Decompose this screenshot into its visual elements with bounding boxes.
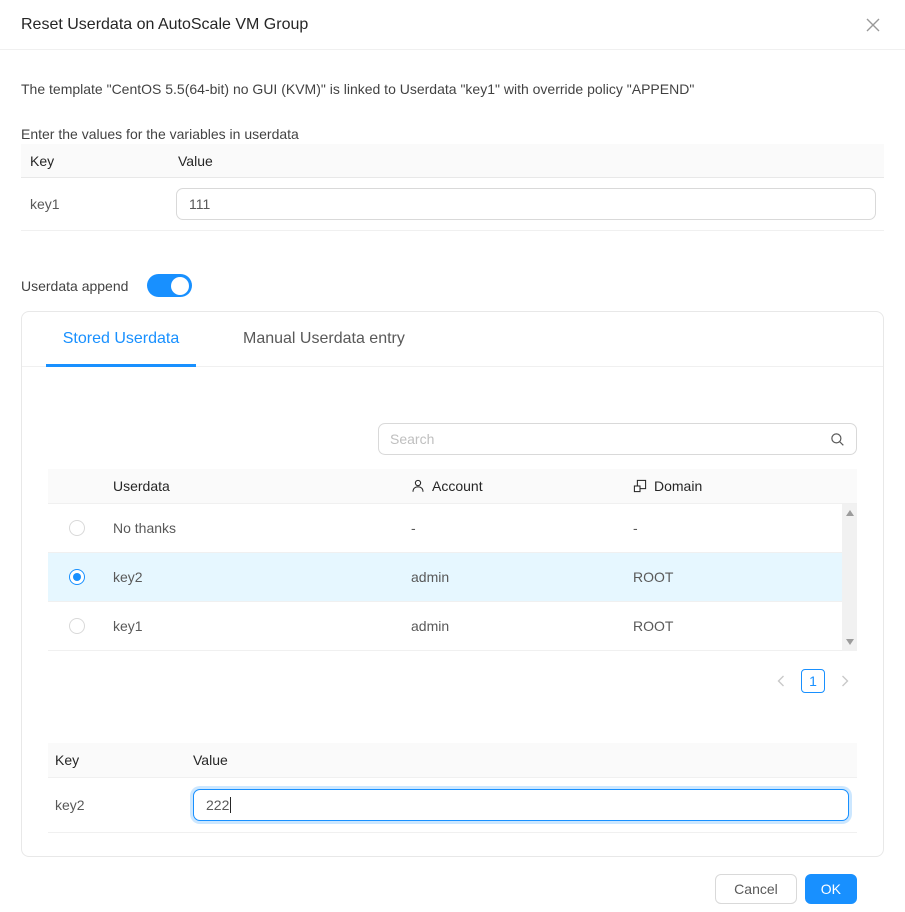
scroll-down-icon[interactable] [846,639,854,645]
cell-account: - [411,520,633,536]
variables-table-header: Key Value [21,144,884,178]
cell-userdata: key2 [113,569,411,585]
userdata-radio[interactable] [69,618,85,634]
toggle-knob [171,277,189,295]
cell-domain: ROOT [633,618,857,634]
search-icon[interactable] [830,432,845,447]
cell-domain: - [633,520,857,536]
col-domain: Domain [633,478,857,494]
userdata-radio[interactable] [69,520,85,536]
tab-stored-userdata[interactable]: Stored Userdata [46,312,196,366]
modal-title: Reset Userdata on AutoScale VM Group [21,16,308,34]
pagination-page-1[interactable]: 1 [801,669,825,693]
variables-section-label: Enter the values for the variables in us… [21,124,884,144]
stored-userdata-table: Userdata Account Domain [48,469,857,651]
variables-col-key: Key [21,153,176,169]
search-box [378,423,857,455]
user-icon [411,479,425,493]
tab-bar: Stored Userdata Manual Userdata entry [22,312,883,367]
cell-account: admin [411,618,633,634]
tab-stored-label: Stored Userdata [63,330,180,348]
pagination-next-icon[interactable] [833,669,857,693]
stored-userdata-table-header: Userdata Account Domain [48,469,857,504]
variables-row-key1: key1 [21,178,884,230]
col-domain-label: Domain [654,478,702,494]
block-icon [633,479,647,493]
variable-key2-value-input[interactable]: 222 [193,789,849,821]
selected-col-value: Value [186,752,857,768]
selected-variable-key-label: key2 [48,797,186,813]
search-input[interactable] [390,431,830,447]
linked-userdata-description: The template "CentOS 5.5(64-bit) no GUI … [21,79,884,99]
variable-key-label: key1 [21,196,176,212]
cell-userdata: No thanks [113,520,411,536]
selected-variables-table: Key Value key2 222 [48,743,857,833]
col-account: Account [411,478,633,494]
cell-account: admin [411,569,633,585]
input-value-text: 222 [206,797,229,813]
tab-manual-userdata-entry[interactable]: Manual Userdata entry [243,312,405,366]
col-userdata: Userdata [113,478,411,494]
pagination: 1 [48,669,857,693]
close-icon[interactable] [862,14,884,36]
table-row-key2[interactable]: key2 admin ROOT [48,553,857,602]
variable-key1-value-input[interactable] [176,188,876,220]
scroll-up-icon[interactable] [846,510,854,516]
table-scrollbar[interactable] [842,504,857,651]
text-cursor [230,797,231,813]
ok-button[interactable]: OK [805,874,857,904]
userdata-append-row: Userdata append [21,274,884,297]
tab-manual-label: Manual Userdata entry [243,330,405,348]
pagination-prev-icon[interactable] [769,669,793,693]
selected-variables-row-key2: key2 222 [48,778,857,832]
variables-table: Key Value key1 [21,144,884,231]
col-account-label: Account [432,478,483,494]
selected-col-key: Key [48,752,186,768]
table-row-key1[interactable]: key1 admin ROOT [48,602,857,651]
userdata-append-toggle[interactable] [147,274,192,297]
userdata-append-label: Userdata append [21,278,128,294]
table-row-no-thanks[interactable]: No thanks - - [48,504,857,553]
cell-userdata: key1 [113,618,411,634]
modal-header: Reset Userdata on AutoScale VM Group [0,0,905,50]
selected-variables-header: Key Value [48,743,857,778]
cancel-button[interactable]: Cancel [715,874,797,904]
userdata-card: Stored Userdata Manual Userdata entry [21,311,884,857]
col-userdata-label: Userdata [113,478,170,494]
modal-footer: Cancel OK [21,874,884,904]
variables-col-value: Value [176,153,884,169]
active-tab-underline [46,364,196,367]
userdata-radio-checked[interactable] [69,569,85,585]
cell-domain: ROOT [633,569,857,585]
